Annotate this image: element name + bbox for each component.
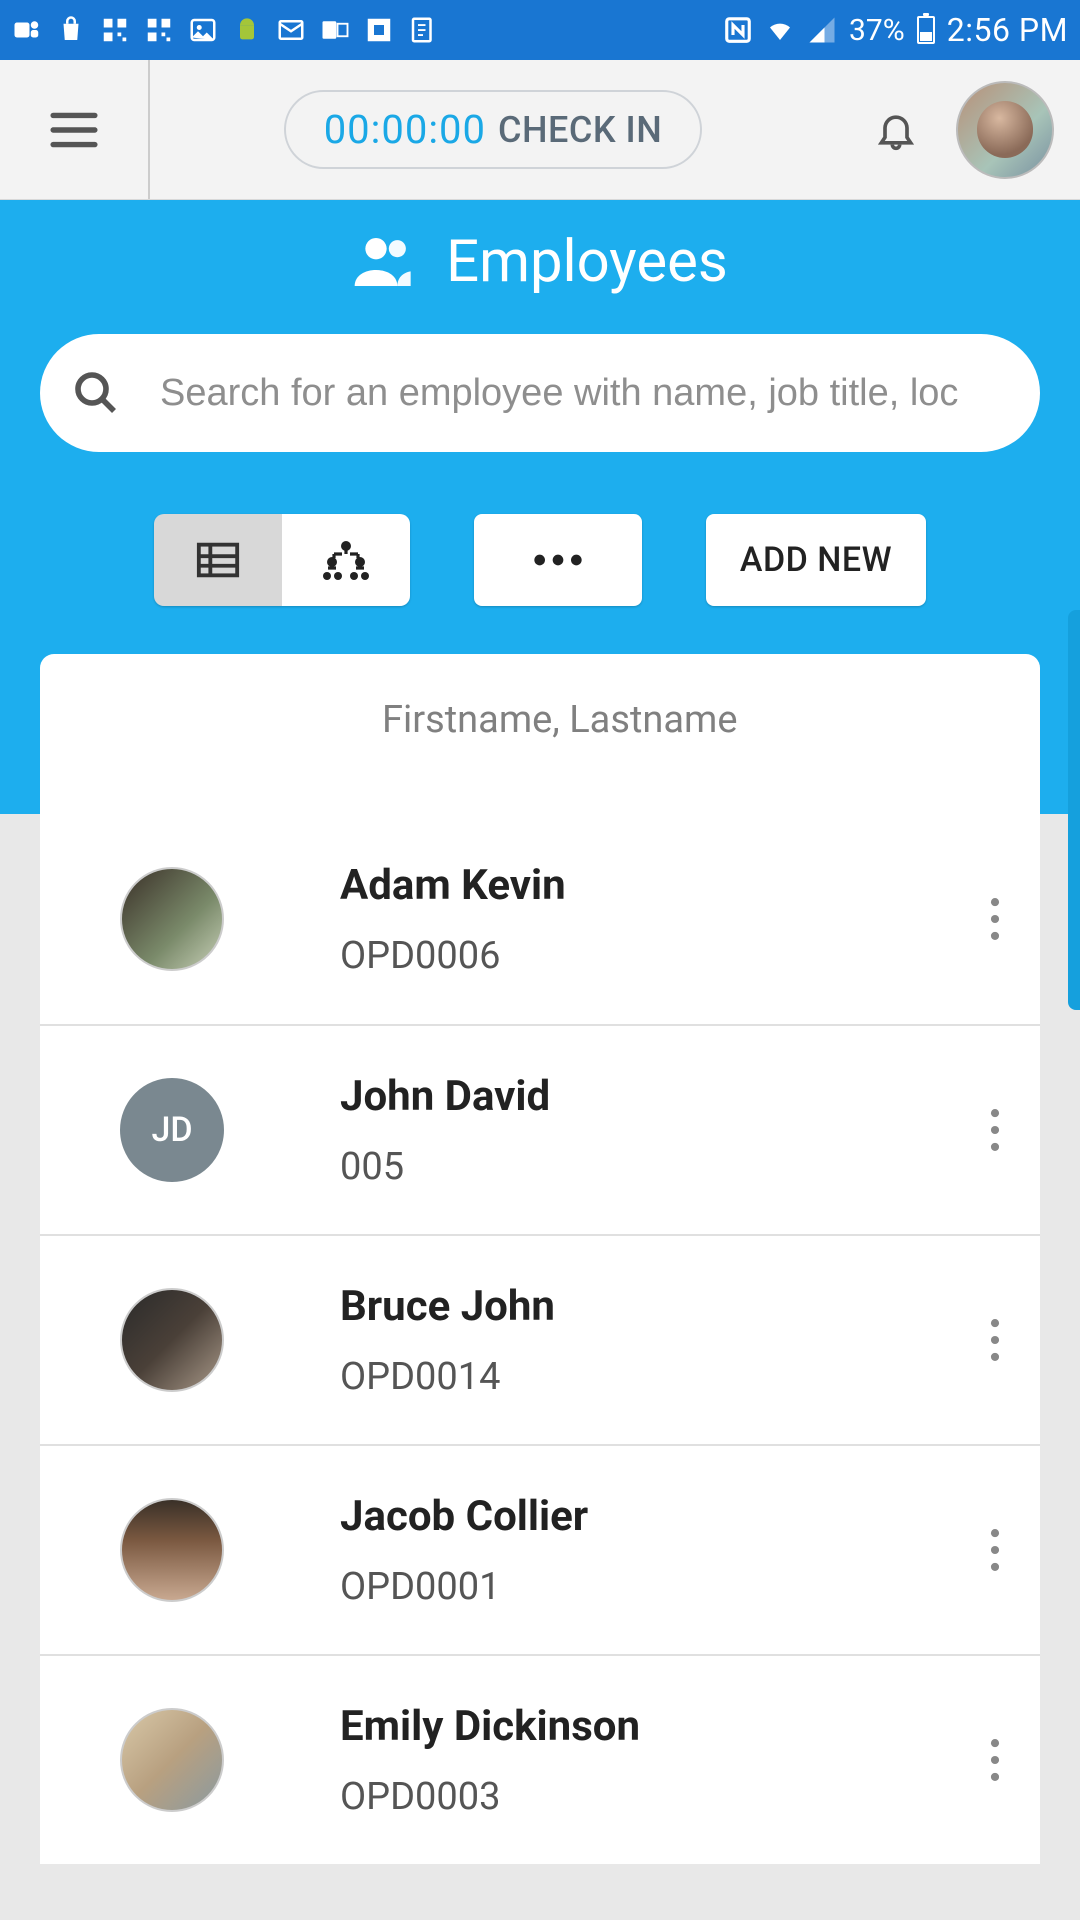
employee-row[interactable]: Bruce John OPD0014 <box>40 1234 1040 1444</box>
wifi-icon <box>765 15 795 45</box>
employee-list-card: Firstname, Lastname <box>40 654 1040 814</box>
employee-name: Jacob Collier <box>340 1492 950 1541</box>
notifications-button[interactable] <box>856 104 936 156</box>
employee-avatar[interactable] <box>120 1498 224 1602</box>
employee-more-button[interactable] <box>950 1060 1040 1200</box>
view-toggle <box>154 514 410 606</box>
profile-avatar[interactable] <box>956 81 1054 179</box>
employee-row[interactable]: Jacob Collier OPD0001 <box>40 1444 1040 1654</box>
employee-list: Adam Kevin OPD0006 JD John David 005 Bruce Jo… <box>0 814 1080 1864</box>
employee-row[interactable]: JD John David 005 <box>40 1024 1040 1234</box>
employee-avatar[interactable] <box>120 1708 224 1812</box>
employee-code: OPD0006 <box>340 934 950 978</box>
employee-row[interactable]: Emily Dickinson OPD0003 <box>40 1654 1040 1864</box>
battery-percent: 37% <box>849 13 905 48</box>
scroll-indicator[interactable] <box>1068 610 1080 1010</box>
employee-info: Emily Dickinson OPD0003 <box>340 1702 950 1819</box>
employee-avatar[interactable] <box>120 867 224 971</box>
android-status-bar: 37% 2:56 PM <box>0 0 1080 60</box>
org-view-button[interactable] <box>282 514 410 606</box>
employee-avatar[interactable]: JD <box>120 1078 224 1182</box>
checkin-button[interactable]: 00:00:00 CHECK IN <box>284 90 703 169</box>
bell-icon <box>874 104 918 156</box>
employee-more-button[interactable] <box>950 1480 1040 1620</box>
employee-more-button[interactable] <box>950 1690 1040 1830</box>
gmail-icon <box>276 15 306 45</box>
employee-more-button[interactable] <box>950 1270 1040 1410</box>
teams-icon <box>12 15 42 45</box>
hamburger-icon <box>49 110 99 150</box>
employee-info: Adam Kevin OPD0006 <box>340 861 950 978</box>
more-options-button[interactable] <box>474 514 642 606</box>
qr-icon-2 <box>144 15 174 45</box>
employee-name: Bruce John <box>340 1282 950 1331</box>
employee-name: Emily Dickinson <box>340 1702 950 1751</box>
search-input[interactable] <box>160 372 1008 415</box>
signal-icon <box>807 15 837 45</box>
status-left-icons <box>12 15 438 45</box>
android-icon <box>232 15 262 45</box>
list-view-button[interactable] <box>154 514 282 606</box>
search-icon <box>72 369 120 417</box>
bag-icon <box>56 15 86 45</box>
dots-vertical-icon <box>989 1738 1001 1782</box>
status-right-icons: 37% 2:56 PM <box>723 11 1068 49</box>
employee-name: John David <box>340 1072 950 1121</box>
hierarchy-icon <box>321 538 371 582</box>
employee-code: OPD0014 <box>340 1355 950 1399</box>
toolbar: ADD NEW <box>0 452 1080 654</box>
employee-row[interactable]: Adam Kevin OPD0006 <box>40 814 1040 1024</box>
dots-horizontal-icon <box>533 553 583 567</box>
dots-vertical-icon <box>989 897 1001 941</box>
employee-code: OPD0003 <box>340 1775 950 1819</box>
nfc-icon <box>723 15 753 45</box>
clock-time: 2:56 PM <box>947 11 1068 49</box>
qr-icon-1 <box>100 15 130 45</box>
list-icon <box>195 540 241 580</box>
dots-vertical-icon <box>989 1108 1001 1152</box>
search-bar[interactable] <box>40 334 1040 452</box>
dots-vertical-icon <box>989 1528 1001 1572</box>
dots-vertical-icon <box>989 1318 1001 1362</box>
hamburger-menu-button[interactable] <box>0 60 150 199</box>
employee-code: OPD0001 <box>340 1565 950 1609</box>
employee-name: Adam Kevin <box>340 861 950 910</box>
employee-avatar[interactable] <box>120 1288 224 1392</box>
people-icon <box>352 234 416 290</box>
image-icon <box>188 15 218 45</box>
employee-info: Bruce John OPD0014 <box>340 1282 950 1399</box>
employee-code: 005 <box>340 1145 950 1189</box>
add-new-label: ADD NEW <box>740 540 892 580</box>
page-blue-header: Employees ADD NEW Firstname, Lastname <box>0 200 1080 814</box>
app-header: 00:00:00 CHECK IN <box>0 60 1080 200</box>
employee-more-button[interactable] <box>950 848 1040 990</box>
rx-icon <box>408 15 438 45</box>
checkin-label: CHECK IN <box>498 109 662 151</box>
checkin-timer: 00:00:00 <box>324 106 486 153</box>
employee-info: John David 005 <box>340 1072 950 1189</box>
battery-icon <box>917 16 935 44</box>
page-title: Employees <box>446 228 728 296</box>
add-new-button[interactable]: ADD NEW <box>706 514 926 606</box>
flipboard-icon <box>364 15 394 45</box>
list-column-header: Firstname, Lastname <box>40 654 1040 786</box>
employee-info: Jacob Collier OPD0001 <box>340 1492 950 1609</box>
outlook-icon <box>320 15 350 45</box>
